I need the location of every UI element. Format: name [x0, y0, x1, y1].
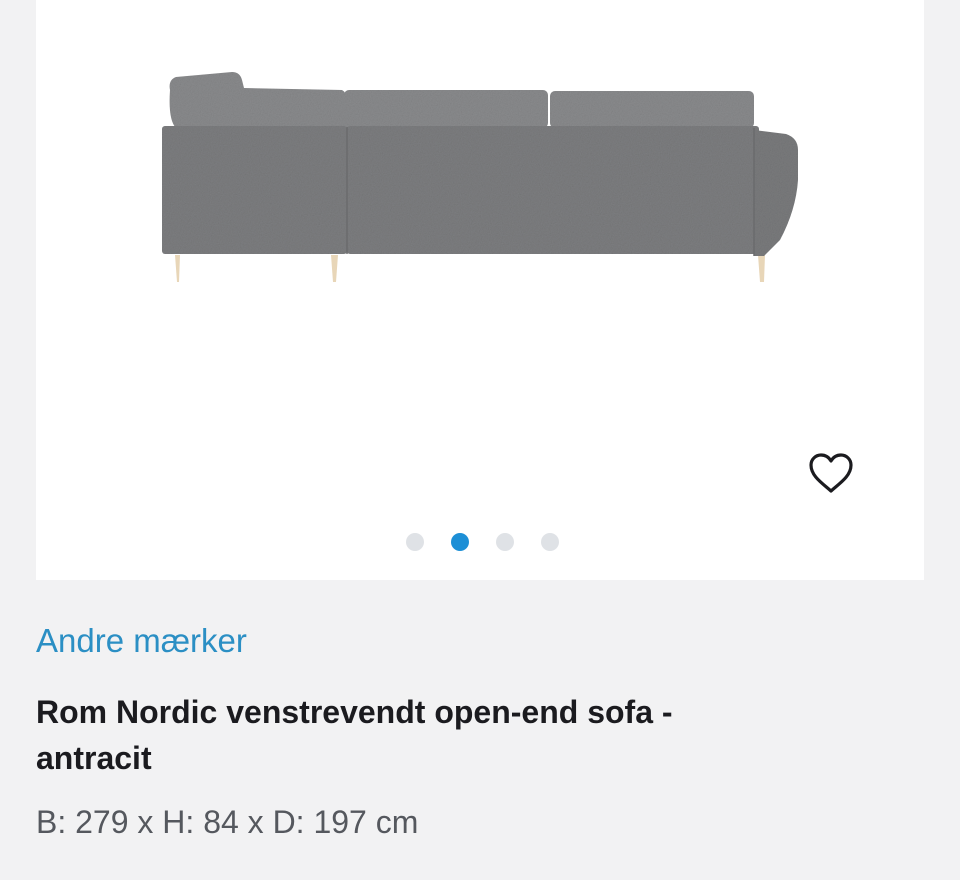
product-dimensions: B: 279 x H: 84 x D: 197 cm	[36, 804, 419, 840]
heart-outline-icon	[809, 453, 853, 493]
carousel-dot-3[interactable]	[496, 533, 514, 551]
carousel-dot-1[interactable]	[406, 533, 424, 551]
brand-link[interactable]: Andre mærker	[36, 622, 247, 660]
carousel-dot-4[interactable]	[541, 533, 559, 551]
carousel-indicator	[36, 533, 924, 553]
product-page: Andre mærker Rom Nordic venstrevendt ope…	[0, 0, 960, 880]
sofa-product-image[interactable]	[36, 0, 924, 580]
favorite-button[interactable]	[806, 450, 856, 496]
product-image-carousel[interactable]	[36, 0, 924, 580]
product-title: Rom Nordic venstrevendt open-end sofa - …	[36, 694, 673, 776]
carousel-dot-2-active[interactable]	[451, 533, 469, 551]
